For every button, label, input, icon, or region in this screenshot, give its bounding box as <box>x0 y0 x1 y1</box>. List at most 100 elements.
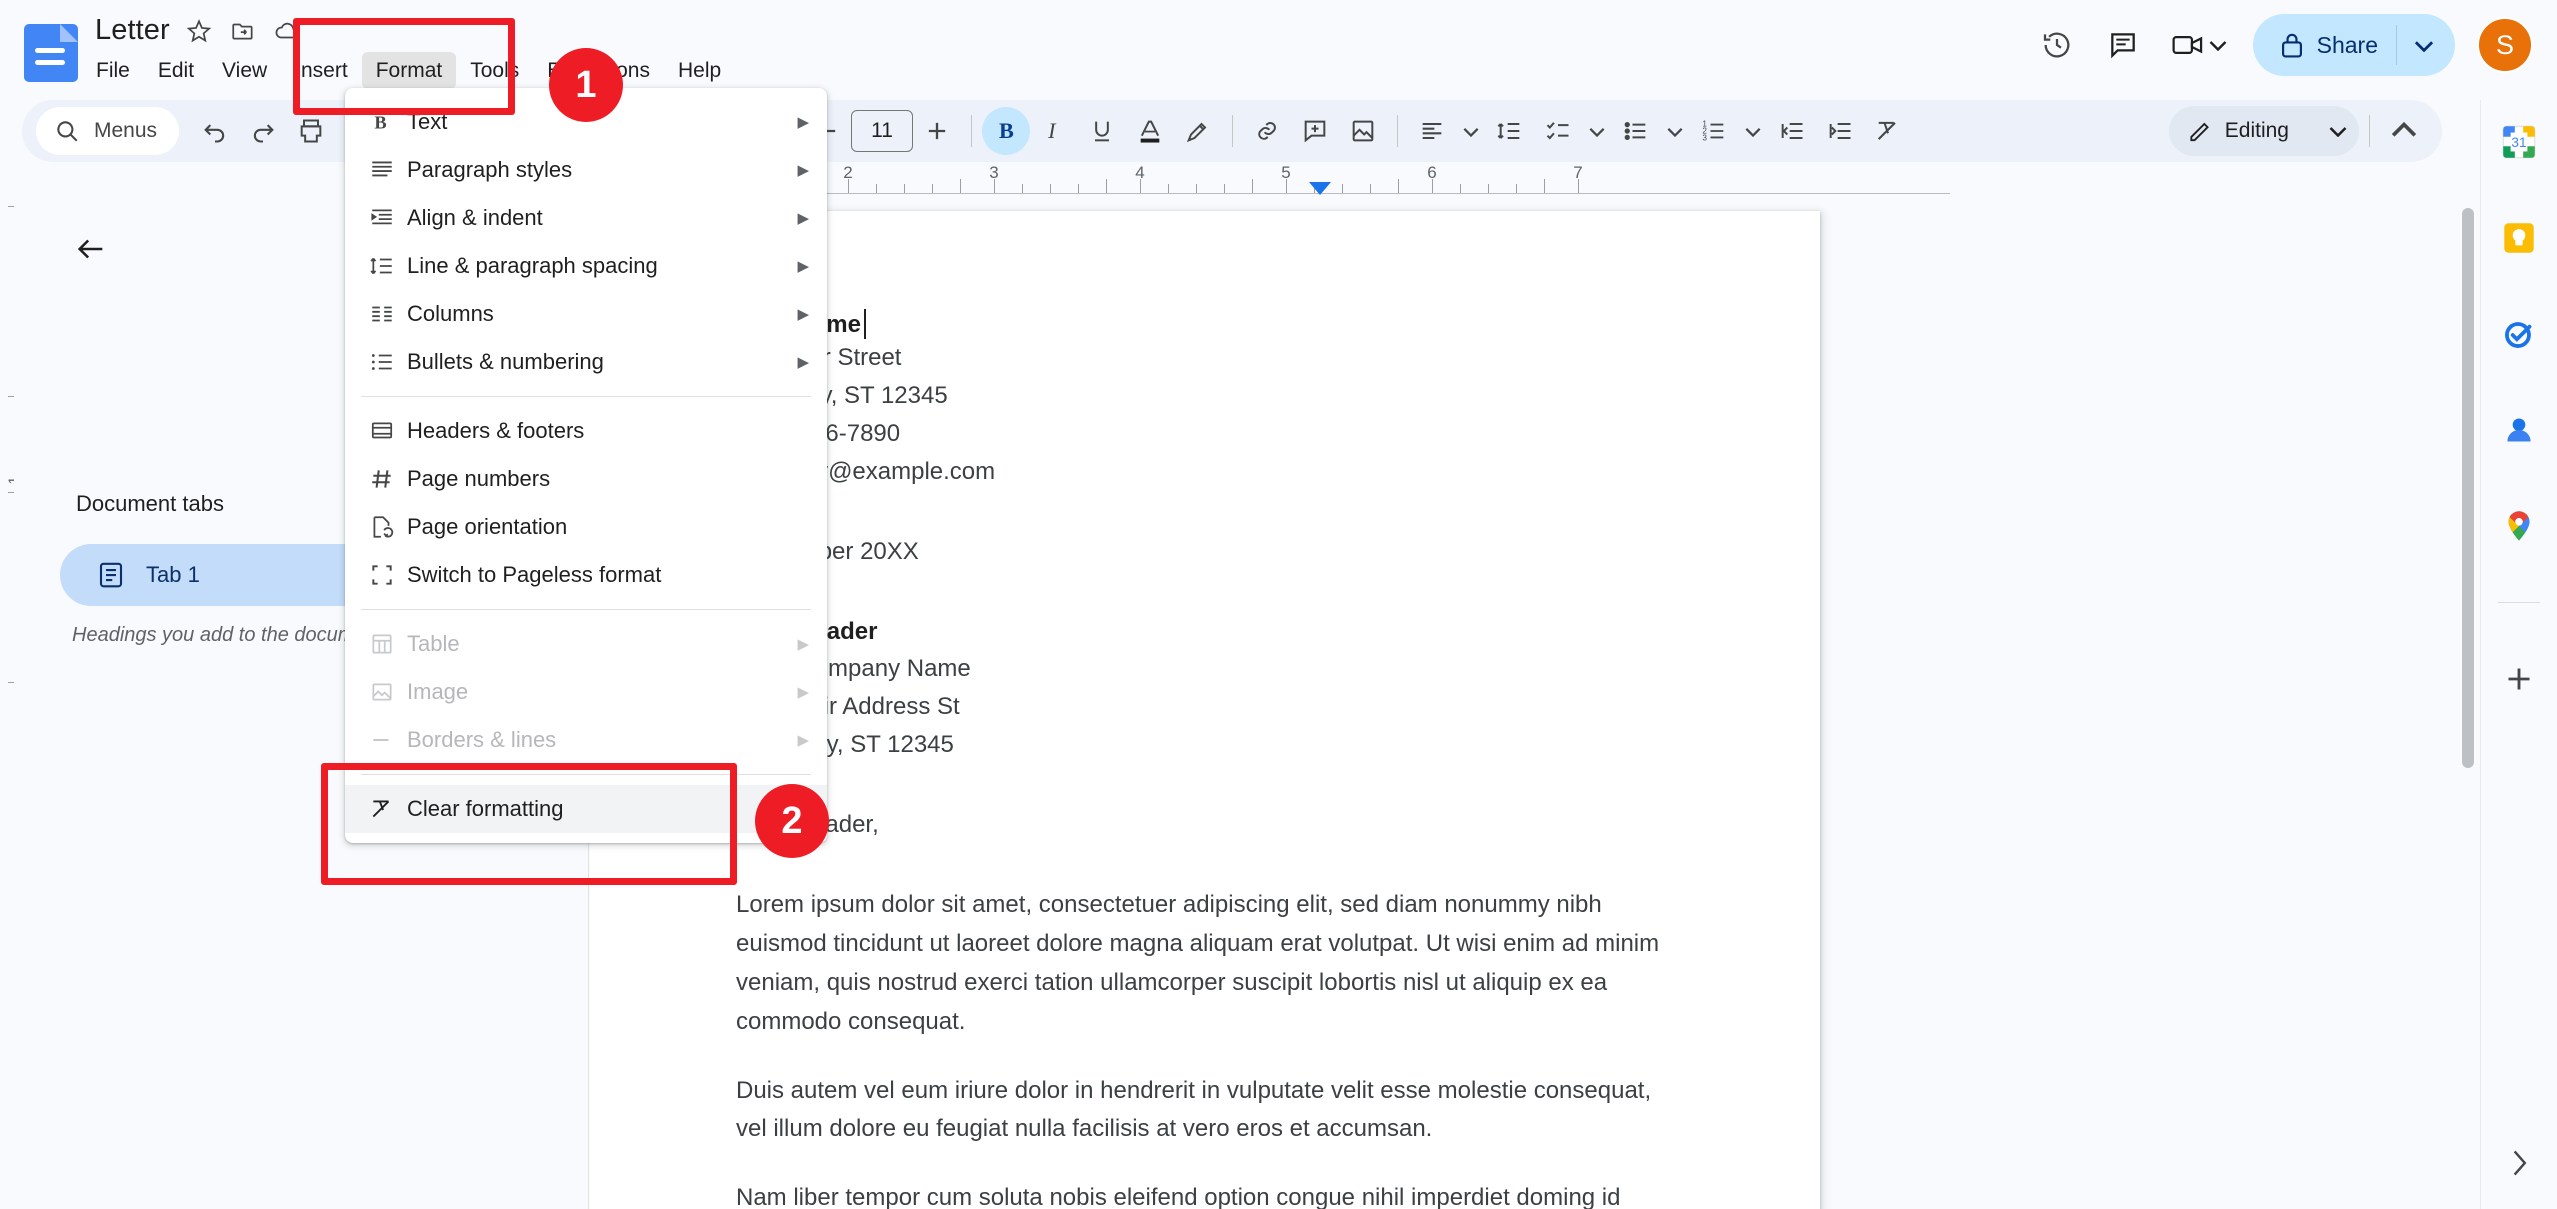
menu-format[interactable]: Format <box>361 52 457 90</box>
bulleted-list-dropdown-caret-icon[interactable] <box>1660 107 1690 155</box>
bulleted-list-icon[interactable] <box>1612 107 1660 155</box>
insert-image-icon[interactable] <box>1339 107 1387 155</box>
clear-formatting-toolbar-icon[interactable] <box>1864 107 1912 155</box>
share-button-main[interactable]: Share <box>2257 14 2396 76</box>
svg-text:B: B <box>374 113 386 133</box>
checklist-dropdown-caret-icon[interactable] <box>1582 107 1612 155</box>
bold-icon[interactable]: B <box>982 107 1031 155</box>
indent-marker[interactable] <box>1309 182 1331 195</box>
cloud-status-icon[interactable] <box>272 16 302 46</box>
document-body[interactable]: Your Name 123 Your Street Your City, ST … <box>736 309 1676 1209</box>
meet-button[interactable] <box>2161 17 2237 73</box>
menu-item-paragraph-styles[interactable]: Paragraph styles ▶ <box>345 146 827 194</box>
comments-icon[interactable] <box>2095 17 2151 73</box>
menu-search-input[interactable]: Menus <box>36 107 180 155</box>
editing-mode-label: Editing <box>2224 119 2289 142</box>
google-keep-icon[interactable] <box>2495 214 2543 262</box>
menu-item-page-orientation[interactable]: Page orientation <box>345 503 827 551</box>
menu-item-align-indent[interactable]: Align & indent ▶ <box>345 194 827 242</box>
pageless-format-icon <box>369 562 407 588</box>
borders-lines-icon <box>369 727 407 753</box>
increase-font-size-icon[interactable] <box>913 107 961 155</box>
salutation: Dear Reader, <box>736 811 879 839</box>
line-spacing-icon[interactable] <box>1486 107 1534 155</box>
search-icon <box>57 121 78 142</box>
format-dropdown-menu[interactable]: B Text ▶ Paragraph styles ▶ Align & inde… <box>345 88 827 843</box>
google-docs-logo-icon[interactable] <box>22 22 80 84</box>
headers-footers-icon <box>369 418 407 444</box>
align-dropdown-caret-icon[interactable] <box>1456 107 1486 155</box>
decrease-indent-icon[interactable] <box>1768 107 1816 155</box>
numbered-list-dropdown-caret-icon[interactable] <box>1738 107 1768 155</box>
clear-formatting-icon <box>369 796 407 822</box>
menu-tools[interactable]: Tools <box>456 52 533 89</box>
recipient-line-2: 123 Their Address St <box>736 693 960 721</box>
font-size-input[interactable]: 11 <box>851 110 914 152</box>
google-contacts-icon[interactable] <box>2495 406 2543 454</box>
undo-icon[interactable] <box>191 107 239 155</box>
document-canvas: Your Name 123 Your Street Your City, ST … <box>590 200 2480 1209</box>
menu-item-columns[interactable]: Columns ▶ <box>345 290 827 338</box>
highlight-color-icon[interactable] <box>1174 107 1222 155</box>
add-on-icon[interactable] <box>2495 655 2543 703</box>
annotation-badge-2: 2 <box>755 784 829 858</box>
sender-line-1: 123 Your Street <box>736 344 902 371</box>
lock-icon <box>2281 33 2302 58</box>
editing-mode-caret-icon <box>2329 127 2347 137</box>
menu-item-line-paragraph-spacing[interactable]: Line & paragraph spacing ▶ <box>345 242 827 290</box>
share-dropdown-caret-icon[interactable] <box>2397 14 2451 76</box>
menu-help[interactable]: Help <box>664 52 735 89</box>
toolbar-divider-6 <box>1232 115 1234 147</box>
menu-item-headers-footers[interactable]: Headers & footers <box>345 407 827 455</box>
italic-icon[interactable]: I <box>1030 107 1078 155</box>
increase-indent-icon[interactable] <box>1816 107 1864 155</box>
redo-icon[interactable] <box>239 107 287 155</box>
menu-divider-1 <box>361 396 811 397</box>
numbered-list-icon[interactable]: 1 2 3 <box>1690 107 1738 155</box>
google-tasks-icon[interactable] <box>2495 310 2543 358</box>
menu-item-switch-pageless-format[interactable]: Switch to Pageless format <box>345 551 827 599</box>
editing-mode-button[interactable]: Editing <box>2168 106 2359 156</box>
svg-text:B: B <box>999 118 1014 143</box>
menu-edit[interactable]: Edit <box>144 52 208 89</box>
move-folder-icon[interactable] <box>228 16 258 46</box>
menu-item-bullets-numbering[interactable]: Bullets & numbering ▶ <box>345 338 827 386</box>
checklist-icon[interactable] <box>1534 107 1582 155</box>
image-icon <box>369 679 407 705</box>
page-title[interactable]: Letter <box>95 14 170 47</box>
underline-icon[interactable] <box>1078 107 1126 155</box>
close-outline-back-icon[interactable] <box>60 218 122 280</box>
submenu-arrow-icon: ▶ <box>797 732 809 749</box>
document-tab-icon <box>99 562 123 588</box>
columns-icon <box>369 301 407 327</box>
menu-file[interactable]: File <box>82 52 144 89</box>
toolbar-divider-7 <box>1397 115 1399 147</box>
star-icon[interactable] <box>184 16 214 46</box>
text-color-icon[interactable] <box>1126 107 1174 155</box>
add-comment-icon[interactable] <box>1291 107 1339 155</box>
share-button[interactable]: Share <box>2252 14 2455 76</box>
insert-link-icon[interactable] <box>1243 107 1291 155</box>
sender-line-2: Your City, ST 12345 <box>736 381 948 409</box>
submenu-arrow-icon: ▶ <box>797 114 809 131</box>
document-vertical-scrollbar[interactable] <box>2462 208 2474 768</box>
google-maps-icon[interactable] <box>2495 502 2543 550</box>
menu-item-page-numbers[interactable]: Page numbers <box>345 455 827 503</box>
menu-insert[interactable]: Insert <box>281 52 362 89</box>
version-history-icon[interactable] <box>2029 17 2085 73</box>
submenu-arrow-icon: ▶ <box>797 210 809 227</box>
hide-menus-icon[interactable] <box>2380 107 2428 155</box>
menu-view[interactable]: View <box>208 52 281 89</box>
align-left-icon[interactable] <box>1408 107 1456 155</box>
print-icon[interactable] <box>287 107 335 155</box>
svg-text:I: I <box>1047 118 1057 143</box>
google-calendar-icon[interactable]: 31 <box>2495 118 2543 166</box>
menu-bar: File Edit View Insert Format Tools Exten… <box>82 52 735 90</box>
recipient-line-1: Their Company Name <box>736 655 971 683</box>
submenu-arrow-icon: ▶ <box>797 162 809 179</box>
avatar[interactable]: S <box>2477 17 2533 73</box>
google-apps-side-panel: 31 <box>2480 100 2557 1209</box>
expand-side-panel-icon[interactable] <box>2495 1139 2543 1187</box>
